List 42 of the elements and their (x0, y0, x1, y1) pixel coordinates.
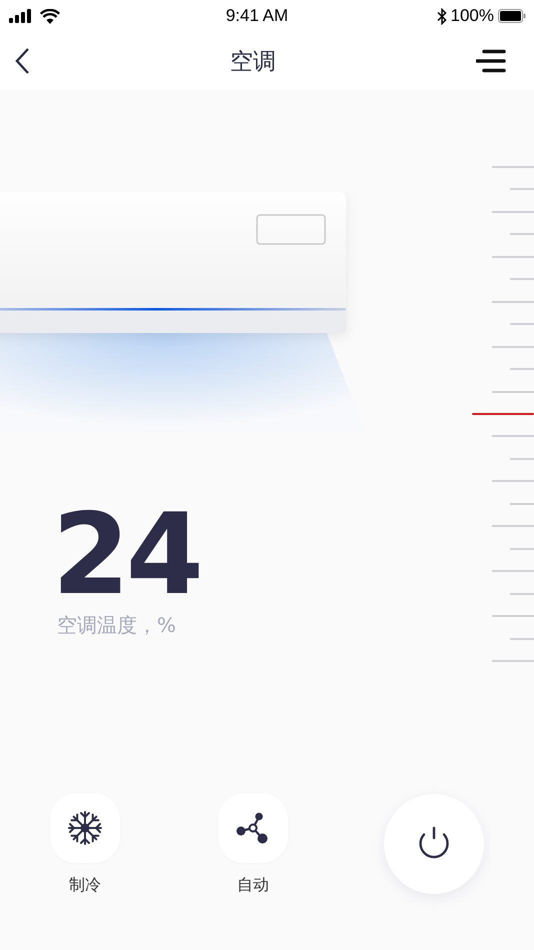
scale-tick (492, 390, 534, 393)
scale-tick (510, 188, 534, 190)
battery-percent: 100% (450, 6, 494, 26)
wifi-icon (40, 8, 60, 24)
scale-tick (510, 323, 534, 326)
network-icon (236, 812, 270, 844)
page-title: 空调 (230, 48, 276, 76)
scale-tick (492, 570, 534, 572)
scale-tick (492, 256, 534, 258)
battery-icon (498, 9, 526, 23)
scale-marker[interactable] (472, 412, 534, 415)
snowflake-icon (68, 811, 102, 845)
menu-button[interactable] (476, 49, 506, 73)
scale-tick (510, 458, 534, 460)
scale-tick (492, 480, 534, 482)
status-time: 9:41 AM (226, 6, 288, 25)
scale-tick (492, 660, 534, 662)
bluetooth-icon (436, 8, 447, 24)
scale-tick (510, 548, 534, 550)
mode-label: 制冷 (69, 875, 101, 896)
scale-tick (492, 435, 534, 438)
scale-tick (492, 525, 534, 528)
scale-tick (510, 233, 534, 236)
scale-tick (492, 615, 534, 618)
scale-tick (492, 166, 534, 168)
back-icon (14, 47, 30, 75)
mode-button[interactable] (218, 793, 288, 863)
back-button[interactable] (14, 47, 30, 75)
scale-tick (510, 638, 534, 640)
scale-tick (492, 300, 534, 303)
scale-tick (510, 502, 534, 505)
scale-tick (492, 346, 534, 348)
mode-label: 自动 (237, 875, 269, 896)
scale-tick (492, 210, 534, 213)
mode-button[interactable] (50, 793, 120, 863)
scale-tick (510, 368, 534, 370)
menu-icon (476, 49, 506, 73)
signal-icon (8, 9, 34, 23)
temperature-value: 24 (52, 500, 200, 610)
scale-tick (510, 592, 534, 595)
temperature-label: 空调温度，% (57, 612, 176, 639)
scale-tick (510, 278, 534, 280)
